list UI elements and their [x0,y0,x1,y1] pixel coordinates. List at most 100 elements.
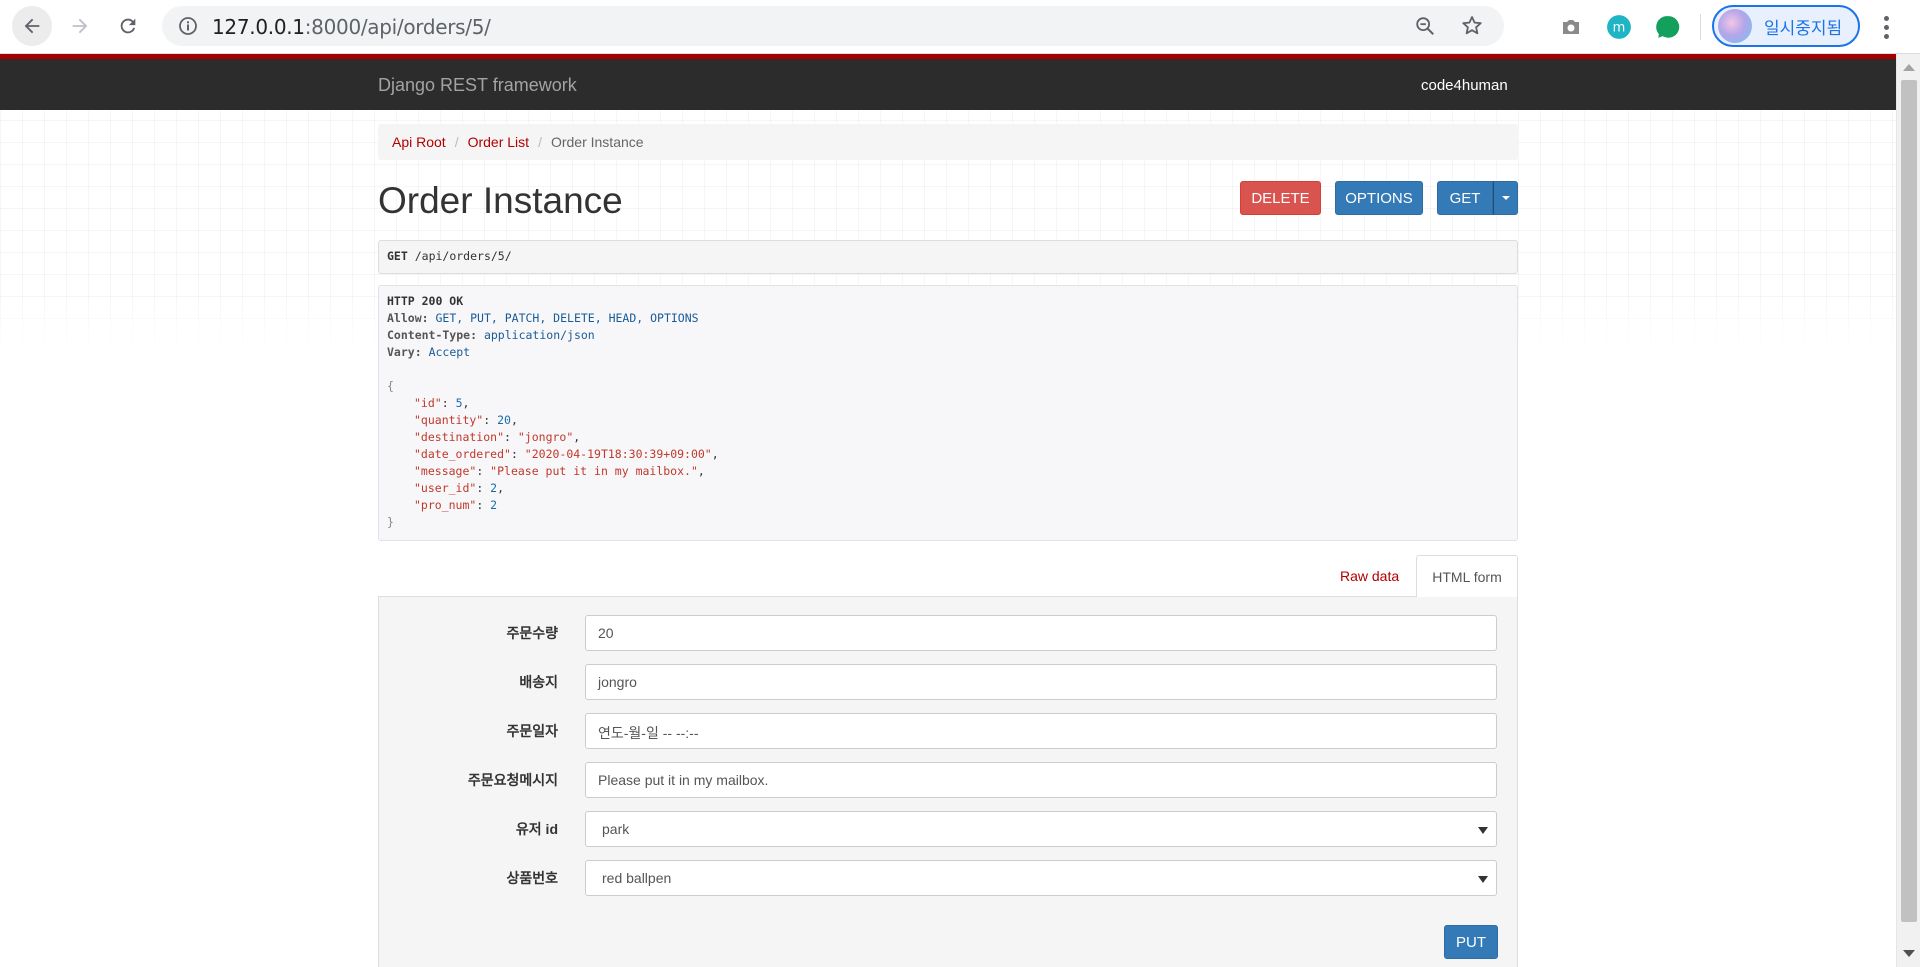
json-comma: , [462,396,470,410]
header-value: GET, PUT, PATCH, DELETE, HEAD, OPTIONS [435,311,699,325]
caret-down-icon [1501,196,1510,200]
page-title: Order Instance [378,180,623,221]
json-line: "date_ordered": "2020-04-19T18:30:39+09:… [414,447,719,461]
json-comma: , [497,481,505,495]
url-host: 127.0.0.1 [212,15,305,39]
response-status: HTTP 200 OK [387,294,464,308]
dropdown-arrow-icon [1478,827,1488,834]
options-button[interactable]: OPTIONS [1335,181,1423,215]
json-key: "id" [414,396,442,410]
json-value: "jongro" [517,430,574,444]
user-id-select[interactable]: park [585,811,1497,847]
form-row-date-ordered: 주문일자 연도-월-일 -- --:-- [378,713,1518,749]
bookmark-star-icon[interactable] [1460,14,1484,38]
arrow-right-icon [72,18,88,34]
scroll-down-arrow-icon[interactable] [1903,950,1915,957]
chat-bubble-icon[interactable] [1654,14,1680,40]
forward-button[interactable] [60,6,100,46]
json-value: 2 [490,498,498,512]
profile-button[interactable]: 일시중지됨 [1712,5,1860,47]
json-key: "user_id" [414,481,477,495]
json-line: "id": 5, [414,396,470,410]
avatar [1718,9,1752,43]
svg-text:m: m [1613,20,1626,35]
header-value: Accept [428,345,471,359]
brand-link[interactable]: Django REST framework [378,75,577,96]
info-icon[interactable] [178,16,198,36]
delete-button[interactable]: DELETE [1240,181,1321,215]
header-value: application/json [483,328,595,342]
get-format-dropdown[interactable] [1493,181,1518,215]
destination-field[interactable]: jongro [585,664,1497,700]
scroll-thumb[interactable] [1901,80,1917,922]
extension-m-icon[interactable]: m [1606,14,1632,40]
json-line: "pro_num": 2 [414,498,498,512]
tab-raw-data[interactable]: Raw data [1340,568,1399,584]
json-comma: , [697,464,705,478]
get-button[interactable]: GET [1437,181,1493,215]
field-label: 상품번호 [506,870,558,886]
page-viewport: Django REST framework code4human Api Roo… [0,54,1896,967]
breadcrumb: Api Root / Order List / Order Instance [378,124,1518,160]
url-path: :8000/api/orders/5/ [304,15,491,39]
address-bar[interactable]: 127.0.0.1:8000/api/orders/5/ [162,6,1504,46]
response-info: HTTP 200 OK Allow: GET, PUT, PATCH, DELE… [378,285,1518,541]
json-line: "user_id": 2, [414,481,505,495]
back-button[interactable] [12,6,52,46]
field-label: 유저 id [515,821,558,837]
camera-icon[interactable] [1558,14,1584,40]
reload-button[interactable] [108,6,148,46]
select-value: red ballpen [602,870,672,886]
json-key: "message" [414,464,477,478]
json-key: "destination" [414,430,505,444]
more-menu-icon[interactable] [1876,12,1896,42]
json-open-brace: { [387,379,394,393]
json-value: 20 [497,413,511,427]
date-ordered-field[interactable]: 연도-월-일 -- --:-- [585,713,1497,749]
json-close-brace: } [387,515,394,529]
form-row-quantity: 주문수량 20 [378,615,1518,651]
header-name: Allow: [387,311,429,325]
zoom-icon[interactable] [1414,15,1436,37]
breadcrumb-current: Order Instance [550,134,644,150]
json-line: "message": "Please put it in my mailbox.… [414,464,705,478]
json-comma: , [510,413,518,427]
drf-navbar: Django REST framework code4human [0,54,1896,110]
quantity-field[interactable]: 20 [585,615,1497,651]
reload-icon [120,18,136,34]
json-key: "pro_num" [414,498,477,512]
put-button[interactable]: PUT [1444,925,1498,959]
json-value: 5 [455,396,463,410]
form-row-product: 상품번호 red ballpen [378,860,1518,896]
url-text: 127.0.0.1:8000/api/orders/5/ [212,15,491,39]
scroll-up-arrow-icon[interactable] [1903,64,1915,71]
form-row-user-id: 유저 id park [378,811,1518,847]
header-name: Vary: [387,345,422,359]
product-select[interactable]: red ballpen [585,860,1497,896]
request-info: GET /api/orders/5/ [378,240,1518,274]
json-body: "id": 5, "quantity": 20, "destination": "j… [387,395,1509,514]
breadcrumb-separator: / [454,134,459,150]
header-name: Content-Type: [387,328,478,342]
browser-toolbar: 127.0.0.1:8000/api/orders/5/ m 일시중지됨 [0,0,1920,54]
json-comma: , [711,447,719,461]
field-label: 배송지 [519,674,558,690]
json-value: "2020-04-19T18:30:39+09:00" [524,447,712,461]
select-value: park [602,821,630,837]
json-line: "quantity": 20, [414,413,518,427]
user-menu[interactable]: code4human [1421,77,1508,94]
arrow-left-icon [24,18,40,34]
scrollbar[interactable] [1896,54,1920,967]
json-key: "date_ordered" [414,447,511,461]
tab-html-form[interactable]: HTML form [1416,555,1518,597]
form-row-destination: 배송지 jongro [378,664,1518,700]
field-label: 주문요청메시지 [467,772,558,788]
breadcrumb-api-root[interactable]: Api Root [392,134,446,150]
message-field[interactable]: Please put it in my mailbox. [585,762,1497,798]
dropdown-arrow-icon [1478,876,1488,883]
field-label: 주문일자 [506,723,558,739]
json-key: "quantity" [414,413,484,427]
breadcrumb-order-list[interactable]: Order List [468,134,529,150]
request-method: GET [387,249,408,263]
field-label: 주문수량 [506,625,558,641]
